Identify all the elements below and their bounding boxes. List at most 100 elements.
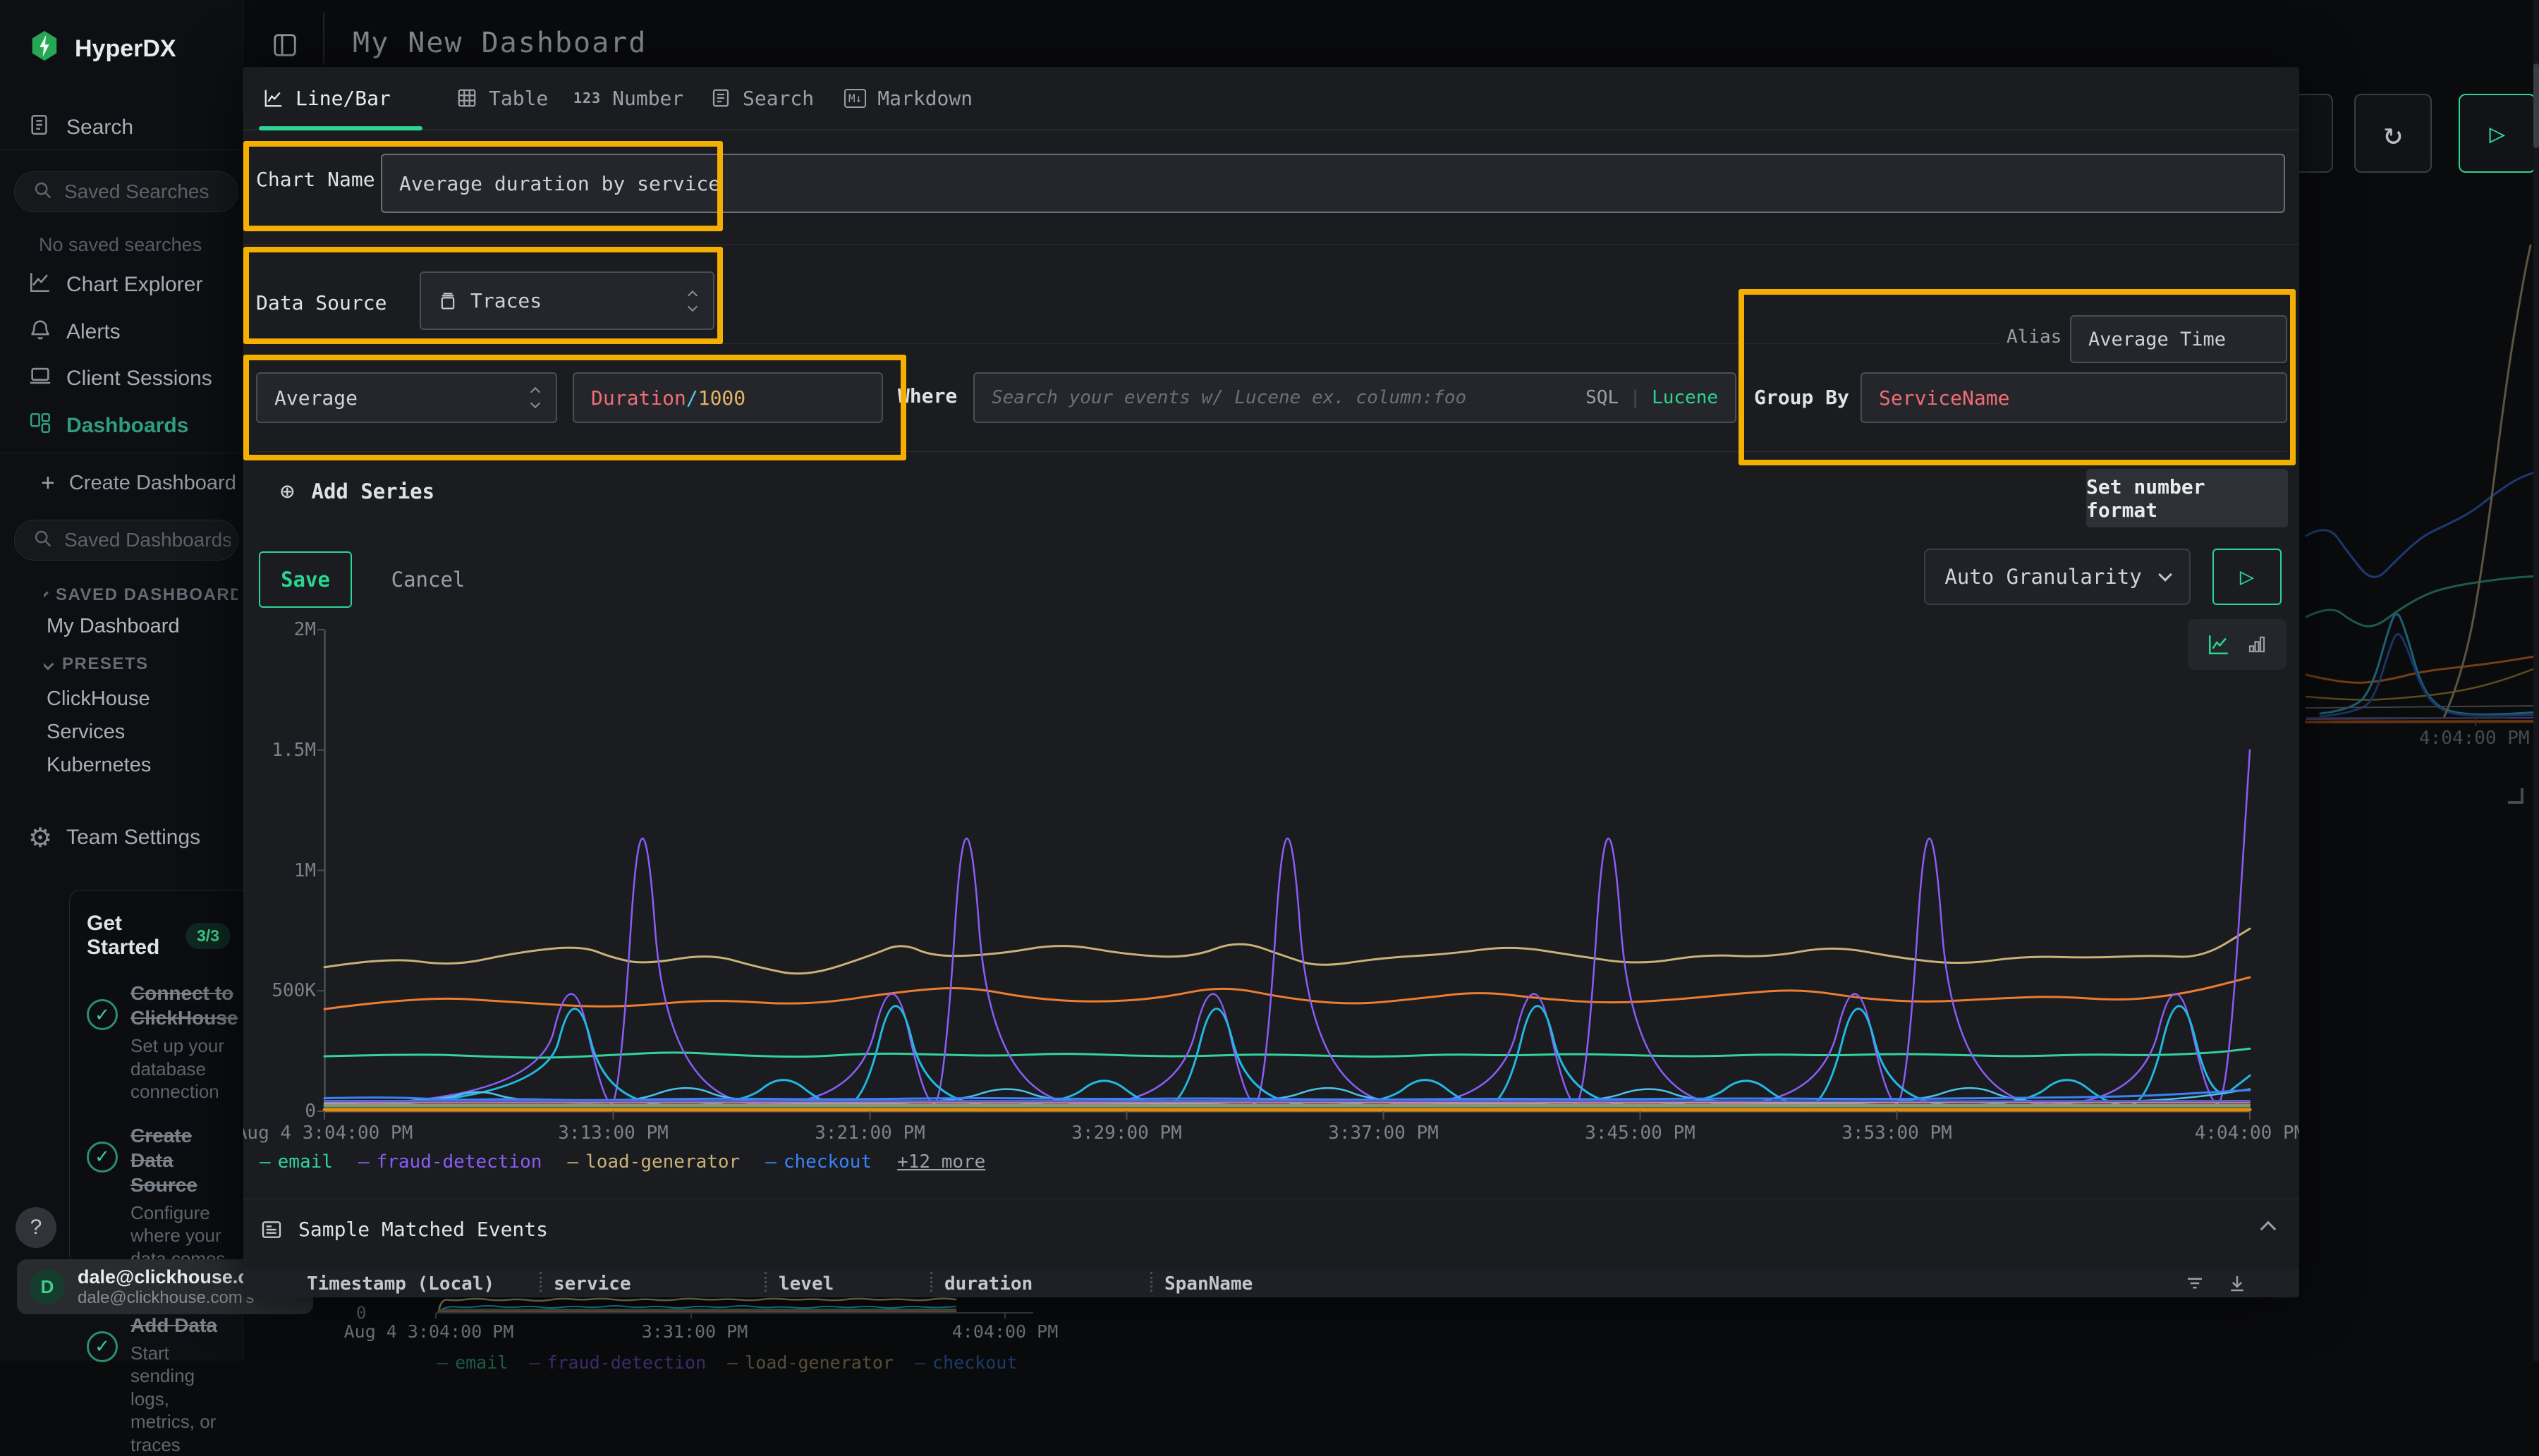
sidebar-item-dashboards[interactable]: Dashboards [28, 411, 188, 441]
data-source-value: Traces [470, 289, 542, 312]
add-series-button[interactable]: ⊕ Add Series [280, 477, 434, 506]
aggregation-fn-value: Average [274, 386, 358, 410]
tab-label: Table [489, 87, 548, 110]
y-axis-label: 1M [245, 860, 316, 881]
tab-markdown[interactable]: M↓ Markdown [844, 67, 973, 129]
sidebar-item-search[interactable]: Search [28, 113, 133, 142]
x-axis-label: 3:29:00 PM [1071, 1122, 1182, 1144]
resize-handle[interactable] [2508, 788, 2523, 804]
sidebar-item-alerts[interactable]: Alerts [28, 317, 121, 347]
tab-label: Number [612, 87, 683, 110]
collapse-chevron-icon[interactable] [2260, 1221, 2277, 1237]
sql-toggle[interactable]: SQL [1585, 387, 1619, 408]
download-icon[interactable] [2227, 1273, 2248, 1297]
help-button[interactable]: ? [16, 1207, 56, 1248]
modal-divider [256, 451, 2287, 452]
brand-logo[interactable]: HyperDX [28, 30, 176, 68]
legend-item[interactable]: —fraud-detection [358, 1151, 542, 1173]
tab-table[interactable]: Table [456, 67, 548, 129]
alias-input[interactable]: Average Time [2070, 315, 2287, 363]
get-started-title: Get Started [87, 912, 171, 960]
sidebar-item-label: Team Settings [66, 826, 200, 850]
section-presets[interactable]: PRESETS [44, 654, 149, 674]
events-table-header: Timestamp (Local) service level duration… [243, 1269, 2299, 1297]
y-axis-label: 2M [245, 619, 316, 640]
legend-item[interactable]: —checkout [765, 1151, 872, 1173]
line-chart-icon [263, 87, 284, 109]
sidebar-item-chart-explorer[interactable]: Chart Explorer [28, 270, 202, 300]
x-axis-label: 3:37:00 PM [1328, 1122, 1439, 1144]
granularity-select[interactable]: Auto Granularity [1924, 549, 2191, 605]
column-header-duration[interactable]: duration [944, 1273, 1033, 1295]
tab-number[interactable]: 123 Number [573, 67, 683, 129]
save-button[interactable]: Save [259, 551, 352, 608]
bg-bottom-zero-label: 0 [356, 1303, 366, 1323]
scrollbar-thumb[interactable] [2533, 63, 2539, 148]
alias-label: Alias [2007, 326, 2062, 348]
saved-searches-input[interactable]: Saved Searches [14, 171, 238, 212]
legend-item[interactable]: —load-generator [567, 1151, 740, 1173]
get-started-item-title: Create Data Source [130, 1125, 197, 1196]
y-axis-label: 1.5M [245, 740, 316, 761]
column-header-timestamp[interactable]: Timestamp (Local) [307, 1273, 494, 1295]
chevron-down-icon [44, 592, 49, 599]
section-saved-dashboards[interactable]: SAVED DASHBOARDS [44, 585, 238, 605]
legend-item[interactable]: —email [260, 1151, 333, 1173]
database-icon [438, 291, 458, 311]
lucene-toggle[interactable]: Lucene [1652, 387, 1718, 408]
background-legend: —email —fraud-detection —load-generator … [437, 1352, 1017, 1373]
sidebar-item-clickhouse[interactable]: ClickHouse [47, 687, 150, 711]
y-axis-label: 500K [245, 980, 316, 1001]
tab-bar: Line/Bar Table 123 Number Search M↓ Mark… [243, 67, 2299, 130]
sample-events-header[interactable]: Sample Matched Events [243, 1218, 2299, 1241]
column-separator[interactable] [930, 1272, 932, 1292]
filter-icon[interactable] [2184, 1273, 2205, 1297]
chart-run-button[interactable]: ▷ [2212, 549, 2282, 605]
chart-name-input[interactable]: Average duration by service [381, 154, 2285, 213]
get-started-item-desc: Set up your database connection [130, 1034, 238, 1103]
data-source-select[interactable]: Traces [420, 271, 714, 330]
column-separator[interactable] [1150, 1272, 1152, 1292]
legend-more-link[interactable]: +12 more [897, 1151, 985, 1173]
sidebar-item-team-settings[interactable]: ⚙ Team Settings [28, 822, 200, 853]
chevron-down-icon [44, 659, 54, 671]
get-started-item-title: Add Data [130, 1314, 217, 1336]
cancel-button[interactable]: Cancel [379, 551, 477, 608]
sidebar-item-client-sessions[interactable]: Client Sessions [28, 364, 212, 393]
saved-searches-placeholder: Saved Searches [64, 181, 209, 203]
tab-search[interactable]: Search [710, 67, 814, 129]
get-started-item[interactable]: ✓ Add Data Start sending logs, metrics, … [87, 1313, 231, 1456]
column-header-service[interactable]: service [554, 1273, 631, 1295]
tab-line-bar[interactable]: Line/Bar [263, 67, 391, 129]
aggregation-field-input[interactable]: Duration/1000 [573, 372, 883, 423]
column-header-spanname[interactable]: SpanName [1164, 1273, 1253, 1295]
plus-icon: + [41, 470, 55, 497]
aggregation-fn-select[interactable]: Average [256, 372, 557, 423]
saved-dashboards-input[interactable]: Saved Dashboards [14, 520, 238, 561]
query-language-toggle[interactable]: SQL | Lucene [1585, 387, 1718, 408]
column-separator[interactable] [765, 1272, 767, 1292]
modal-divider [243, 244, 2299, 245]
where-search-input[interactable]: Search your events w/ Lucene ex. column:… [973, 372, 1736, 423]
get-started-item[interactable]: ✓ Connect to ClickHouse Set up your data… [87, 981, 231, 1103]
set-number-format-button[interactable]: Set number format [2086, 469, 2288, 527]
modal-divider [256, 343, 1999, 344]
bg-right-x-label: 4:04:00 PM [2419, 728, 2530, 749]
sidebar-item-services[interactable]: Services [47, 721, 125, 744]
column-header-level[interactable]: level [779, 1273, 834, 1295]
sidebar-item-label: Search [66, 116, 133, 140]
search-icon [33, 529, 53, 551]
main-chart[interactable]: Aug 4 3:04:00 PM3:13:00 PM3:21:00 PM3:29… [324, 619, 2250, 1113]
create-dashboard-button[interactable]: + Create Dashboard [41, 470, 236, 497]
run-query-button[interactable]: ▷ [2459, 94, 2536, 173]
sidebar-item-my-dashboard[interactable]: My Dashboard [47, 615, 180, 638]
sidebar-toggle-button[interactable] [272, 32, 298, 61]
scrollbar[interactable] [2533, 0, 2539, 1361]
number-123-icon: 123 [573, 90, 601, 106]
tab-label: Markdown [877, 87, 973, 110]
group-by-input[interactable]: ServiceName [1861, 372, 2287, 423]
column-separator[interactable] [540, 1272, 542, 1292]
get-started-badge: 3/3 [185, 923, 231, 949]
refresh-button[interactable]: ↻ [2354, 94, 2432, 173]
sidebar-item-kubernetes[interactable]: Kubernetes [47, 754, 151, 777]
